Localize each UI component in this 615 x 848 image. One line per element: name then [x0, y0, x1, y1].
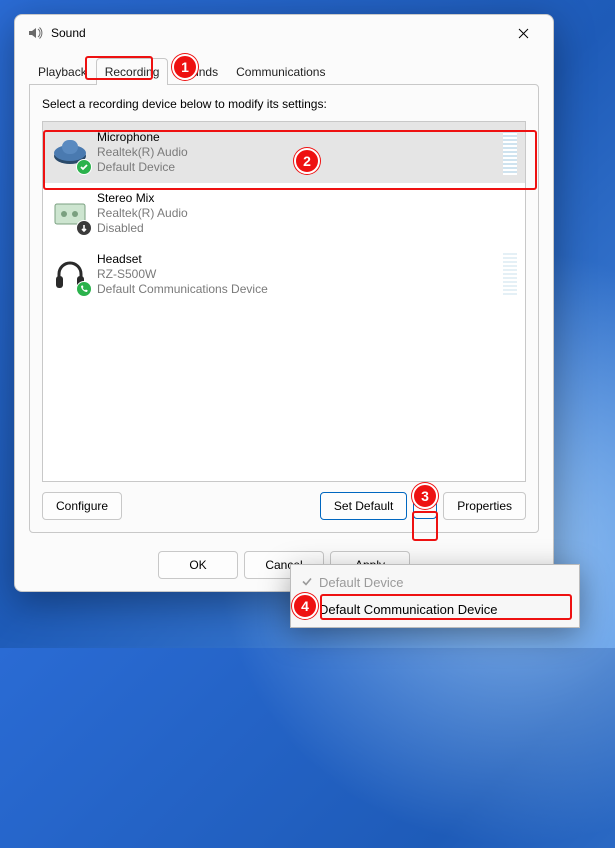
close-button[interactable] — [501, 18, 545, 48]
titlebar: Sound — [15, 15, 553, 51]
menu-default-device[interactable]: Default Device — [295, 569, 575, 596]
device-name: Headset — [97, 252, 268, 267]
device-list[interactable]: Microphone Realtek(R) Audio Default Devi… — [42, 121, 526, 482]
speaker-icon — [27, 25, 43, 41]
device-driver: Realtek(R) Audio — [97, 145, 188, 160]
device-driver: RZ-S500W — [97, 267, 268, 282]
device-status: Disabled — [97, 221, 188, 236]
callout-2: 2 — [294, 148, 320, 174]
recording-panel: Select a recording device below to modif… — [29, 84, 539, 533]
window-title: Sound — [51, 26, 86, 40]
tab-playback[interactable]: Playback — [29, 58, 96, 85]
instruction-text: Select a recording device below to modif… — [42, 97, 526, 111]
level-meter — [503, 253, 517, 297]
tab-bar: Playback Recording Sounds Communications — [15, 57, 553, 84]
check-badge-icon — [76, 159, 92, 175]
menu-item-label: Default Device — [319, 575, 404, 590]
device-status: Default Device — [97, 160, 188, 175]
device-name: Stereo Mix — [97, 191, 188, 206]
device-headset[interactable]: Headset RZ-S500W Default Communications … — [43, 244, 525, 305]
check-icon — [301, 575, 313, 590]
ok-button[interactable]: OK — [158, 551, 238, 579]
properties-button[interactable]: Properties — [443, 492, 526, 520]
device-name: Microphone — [97, 130, 188, 145]
soundcard-icon — [51, 195, 89, 233]
device-stereo-mix[interactable]: Stereo Mix Realtek(R) Audio Disabled — [43, 183, 525, 244]
callout-1: 1 — [172, 54, 198, 80]
device-driver: Realtek(R) Audio — [97, 206, 188, 221]
callout-3: 3 — [412, 483, 438, 509]
menu-default-communication-device[interactable]: Default Communication Device — [295, 596, 575, 623]
phone-badge-icon — [76, 281, 92, 297]
menu-item-label: Default Communication Device — [319, 602, 497, 617]
set-default-menu: Default Device Default Communication Dev… — [290, 564, 580, 628]
device-microphone[interactable]: Microphone Realtek(R) Audio Default Devi… — [43, 122, 525, 183]
sound-dialog: Sound Playback Recording Sounds Communic… — [14, 14, 554, 592]
tab-communications[interactable]: Communications — [227, 58, 334, 85]
down-badge-icon — [76, 220, 92, 236]
set-default-button[interactable]: Set Default — [320, 492, 407, 520]
level-meter — [503, 131, 517, 175]
device-status: Default Communications Device — [97, 282, 268, 297]
tab-recording[interactable]: Recording — [96, 58, 169, 85]
microphone-icon — [51, 134, 89, 172]
close-icon — [518, 28, 529, 39]
panel-button-row: Configure Set Default Properties — [42, 492, 526, 520]
callout-4: 4 — [292, 593, 318, 619]
configure-button[interactable]: Configure — [42, 492, 122, 520]
headset-icon — [51, 256, 89, 294]
